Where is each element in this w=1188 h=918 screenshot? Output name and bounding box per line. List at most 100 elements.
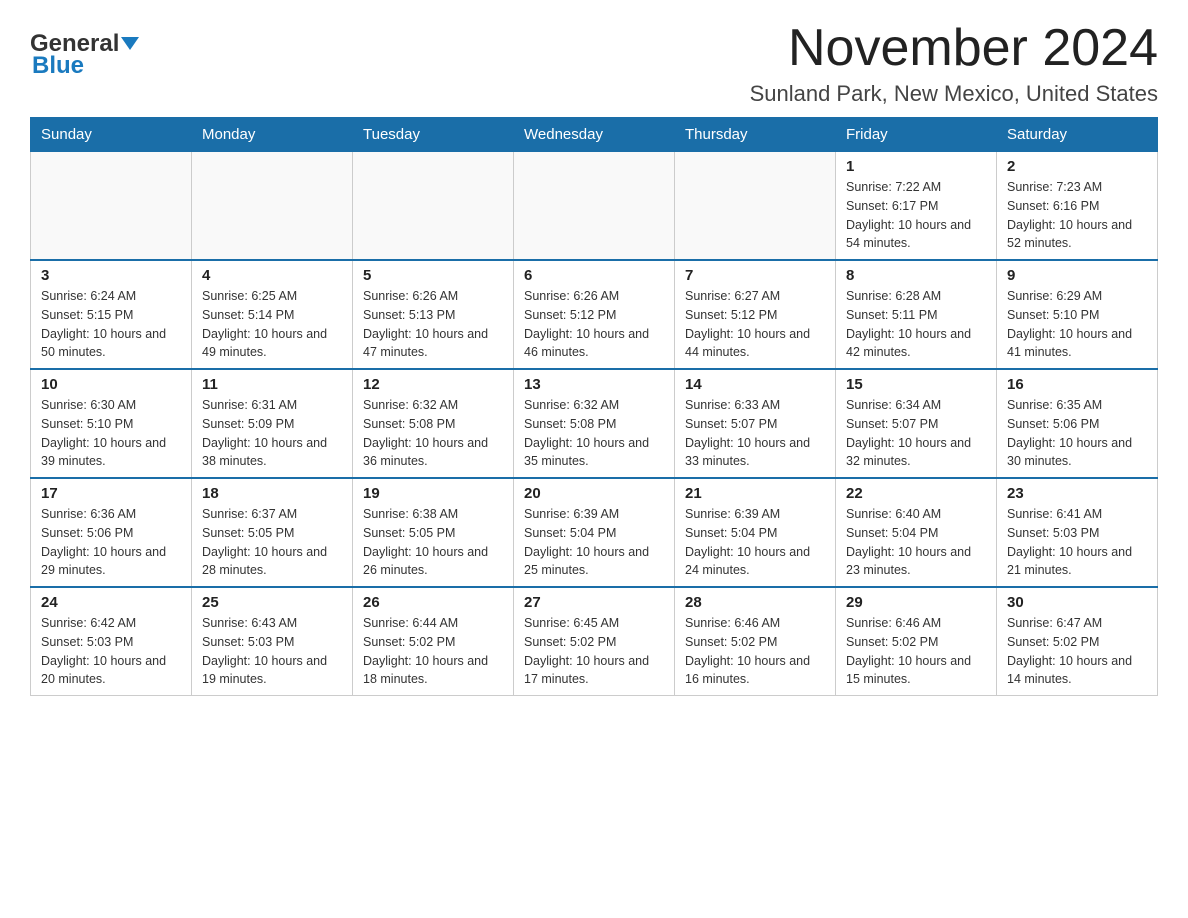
- calendar-cell: 30 Sunrise: 6:47 AM Sunset: 5:02 PM Dayli…: [997, 587, 1158, 696]
- calendar-header-row: SundayMondayTuesdayWednesdayThursdayFrid…: [31, 118, 1158, 152]
- day-number: 13: [524, 376, 664, 393]
- day-number: 7: [685, 267, 825, 284]
- day-info: Sunrise: 6:37 AM Sunset: 5:05 PM Dayligh…: [202, 505, 342, 580]
- day-number: 14: [685, 376, 825, 393]
- logo-triangle-icon: [121, 37, 139, 50]
- day-number: 29: [846, 594, 986, 611]
- column-header-saturday: Saturday: [997, 118, 1158, 152]
- day-number: 4: [202, 267, 342, 284]
- calendar-cell: 11 Sunrise: 6:31 AM Sunset: 5:09 PM Dayli…: [192, 369, 353, 478]
- calendar-cell: 26 Sunrise: 6:44 AM Sunset: 5:02 PM Dayli…: [353, 587, 514, 696]
- calendar-cell: [31, 152, 192, 261]
- calendar-cell: 15 Sunrise: 6:34 AM Sunset: 5:07 PM Dayli…: [836, 369, 997, 478]
- calendar-week-row: 24Sunrise: 6:42 AM Sunset: 5:03 PM Dayli…: [31, 587, 1158, 696]
- day-info: Sunrise: 7:23 AM Sunset: 6:16 PM Dayligh…: [1007, 178, 1147, 253]
- day-number: 27: [524, 594, 664, 611]
- day-info: Sunrise: 6:47 AM Sunset: 5:02 PM Dayligh…: [1007, 614, 1147, 689]
- day-info: Sunrise: 6:34 AM Sunset: 5:07 PM Dayligh…: [846, 396, 986, 471]
- day-number: 26: [363, 594, 503, 611]
- day-info: Sunrise: 6:28 AM Sunset: 5:11 PM Dayligh…: [846, 287, 986, 362]
- day-number: 17: [41, 485, 181, 502]
- day-number: 19: [363, 485, 503, 502]
- title-area: November 2024 Sunland Park, New Mexico, …: [750, 20, 1158, 107]
- day-info: Sunrise: 6:39 AM Sunset: 5:04 PM Dayligh…: [524, 505, 664, 580]
- logo-blue-text: Blue: [32, 52, 84, 80]
- day-number: 16: [1007, 376, 1147, 393]
- day-number: 25: [202, 594, 342, 611]
- location-subtitle: Sunland Park, New Mexico, United States: [750, 81, 1158, 107]
- day-info: Sunrise: 6:30 AM Sunset: 5:10 PM Dayligh…: [41, 396, 181, 471]
- column-header-thursday: Thursday: [675, 118, 836, 152]
- day-info: Sunrise: 6:43 AM Sunset: 5:03 PM Dayligh…: [202, 614, 342, 689]
- column-header-wednesday: Wednesday: [514, 118, 675, 152]
- calendar-week-row: 17Sunrise: 6:36 AM Sunset: 5:06 PM Dayli…: [31, 478, 1158, 587]
- calendar-cell: 20Sunrise: 6:39 AM Sunset: 5:04 PM Dayli…: [514, 478, 675, 587]
- day-number: 10: [41, 376, 181, 393]
- day-number: 24: [41, 594, 181, 611]
- day-number: 11: [202, 376, 342, 393]
- day-info: Sunrise: 6:46 AM Sunset: 5:02 PM Dayligh…: [685, 614, 825, 689]
- calendar-cell: [675, 152, 836, 261]
- calendar-cell: 23 Sunrise: 6:41 AM Sunset: 5:03 PM Dayli…: [997, 478, 1158, 587]
- day-info: Sunrise: 6:44 AM Sunset: 5:02 PM Dayligh…: [363, 614, 503, 689]
- calendar-cell: 7 Sunrise: 6:27 AM Sunset: 5:12 PM Daylig…: [675, 260, 836, 369]
- day-info: Sunrise: 6:27 AM Sunset: 5:12 PM Dayligh…: [685, 287, 825, 362]
- day-info: Sunrise: 6:38 AM Sunset: 5:05 PM Dayligh…: [363, 505, 503, 580]
- calendar-cell: 17Sunrise: 6:36 AM Sunset: 5:06 PM Dayli…: [31, 478, 192, 587]
- calendar-cell: 9Sunrise: 6:29 AM Sunset: 5:10 PM Daylig…: [997, 260, 1158, 369]
- day-info: Sunrise: 6:31 AM Sunset: 5:09 PM Dayligh…: [202, 396, 342, 471]
- page-header: General Blue November 2024 Sunland Park,…: [30, 20, 1158, 107]
- day-number: 12: [363, 376, 503, 393]
- calendar-cell: 24Sunrise: 6:42 AM Sunset: 5:03 PM Dayli…: [31, 587, 192, 696]
- day-info: Sunrise: 6:29 AM Sunset: 5:10 PM Dayligh…: [1007, 287, 1147, 362]
- calendar-cell: 13Sunrise: 6:32 AM Sunset: 5:08 PM Dayli…: [514, 369, 675, 478]
- day-number: 22: [846, 485, 986, 502]
- calendar-cell: 2Sunrise: 7:23 AM Sunset: 6:16 PM Daylig…: [997, 152, 1158, 261]
- calendar-cell: 27 Sunrise: 6:45 AM Sunset: 5:02 PM Dayli…: [514, 587, 675, 696]
- day-info: Sunrise: 6:46 AM Sunset: 5:02 PM Dayligh…: [846, 614, 986, 689]
- day-info: Sunrise: 7:22 AM Sunset: 6:17 PM Dayligh…: [846, 178, 986, 253]
- day-info: Sunrise: 6:35 AM Sunset: 5:06 PM Dayligh…: [1007, 396, 1147, 471]
- calendar-cell: 5 Sunrise: 6:26 AM Sunset: 5:13 PM Daylig…: [353, 260, 514, 369]
- calendar-cell: [192, 152, 353, 261]
- day-info: Sunrise: 6:40 AM Sunset: 5:04 PM Dayligh…: [846, 505, 986, 580]
- day-number: 6: [524, 267, 664, 284]
- day-info: Sunrise: 6:24 AM Sunset: 5:15 PM Dayligh…: [41, 287, 181, 362]
- calendar-cell: 14 Sunrise: 6:33 AM Sunset: 5:07 PM Dayli…: [675, 369, 836, 478]
- day-number: 1: [846, 158, 986, 175]
- day-number: 3: [41, 267, 181, 284]
- calendar-cell: 18Sunrise: 6:37 AM Sunset: 5:05 PM Dayli…: [192, 478, 353, 587]
- day-info: Sunrise: 6:39 AM Sunset: 5:04 PM Dayligh…: [685, 505, 825, 580]
- calendar-table: SundayMondayTuesdayWednesdayThursdayFrid…: [30, 117, 1158, 696]
- day-number: 30: [1007, 594, 1147, 611]
- day-info: Sunrise: 6:41 AM Sunset: 5:03 PM Dayligh…: [1007, 505, 1147, 580]
- day-number: 21: [685, 485, 825, 502]
- day-info: Sunrise: 6:26 AM Sunset: 5:12 PM Dayligh…: [524, 287, 664, 362]
- day-number: 28: [685, 594, 825, 611]
- day-info: Sunrise: 6:33 AM Sunset: 5:07 PM Dayligh…: [685, 396, 825, 471]
- calendar-cell: 12Sunrise: 6:32 AM Sunset: 5:08 PM Dayli…: [353, 369, 514, 478]
- logo: General Blue: [30, 30, 139, 80]
- calendar-week-row: 3 Sunrise: 6:24 AM Sunset: 5:15 PM Daylig…: [31, 260, 1158, 369]
- column-header-monday: Monday: [192, 118, 353, 152]
- calendar-cell: 1 Sunrise: 7:22 AM Sunset: 6:17 PM Daylig…: [836, 152, 997, 261]
- calendar-cell: 29 Sunrise: 6:46 AM Sunset: 5:02 PM Dayli…: [836, 587, 997, 696]
- column-header-tuesday: Tuesday: [353, 118, 514, 152]
- day-info: Sunrise: 6:45 AM Sunset: 5:02 PM Dayligh…: [524, 614, 664, 689]
- calendar-cell: 8 Sunrise: 6:28 AM Sunset: 5:11 PM Daylig…: [836, 260, 997, 369]
- day-number: 15: [846, 376, 986, 393]
- calendar-week-row: 1 Sunrise: 7:22 AM Sunset: 6:17 PM Daylig…: [31, 152, 1158, 261]
- day-number: 23: [1007, 485, 1147, 502]
- calendar-cell: 3 Sunrise: 6:24 AM Sunset: 5:15 PM Daylig…: [31, 260, 192, 369]
- calendar-cell: 22 Sunrise: 6:40 AM Sunset: 5:04 PM Dayli…: [836, 478, 997, 587]
- month-title: November 2024: [750, 20, 1158, 77]
- calendar-cell: 16 Sunrise: 6:35 AM Sunset: 5:06 PM Dayli…: [997, 369, 1158, 478]
- calendar-cell: 28 Sunrise: 6:46 AM Sunset: 5:02 PM Dayli…: [675, 587, 836, 696]
- column-header-sunday: Sunday: [31, 118, 192, 152]
- day-info: Sunrise: 6:26 AM Sunset: 5:13 PM Dayligh…: [363, 287, 503, 362]
- column-header-friday: Friday: [836, 118, 997, 152]
- day-number: 8: [846, 267, 986, 284]
- calendar-cell: [353, 152, 514, 261]
- calendar-cell: [514, 152, 675, 261]
- day-number: 5: [363, 267, 503, 284]
